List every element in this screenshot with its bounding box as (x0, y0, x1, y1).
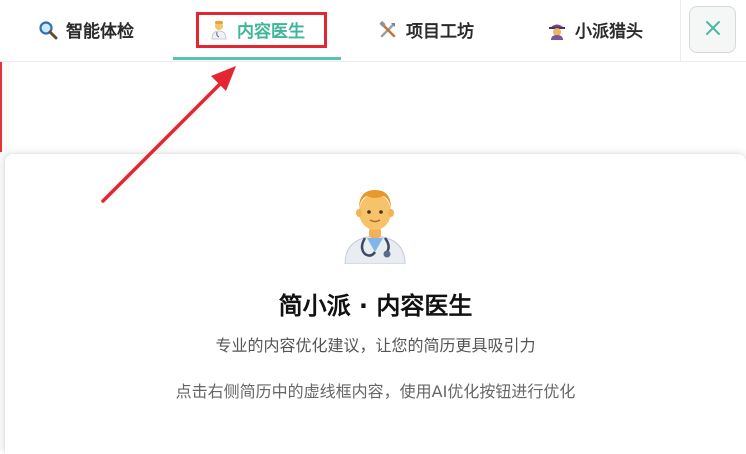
tab-project-workshop[interactable]: 项目工坊 (342, 0, 510, 59)
close-icon (705, 20, 721, 40)
tools-icon (378, 20, 398, 40)
tab-headhunter[interactable]: 小派猎头 (511, 0, 679, 59)
active-tab-indicator (173, 57, 341, 60)
tab-health-check[interactable]: 智能体检 (0, 0, 172, 59)
panel-hint: 点击右侧简历中的虚线框内容，使用AI优化按钮进行优化 (175, 382, 576, 401)
close-button[interactable] (689, 6, 736, 53)
panel-subtitle: 专业的内容优化建议，让您的简历更具吸引力 (215, 336, 536, 355)
tab-divider (680, 0, 681, 61)
panel-title: 简小派 · 内容医生 (278, 292, 473, 320)
tab-label: 智能体检 (66, 22, 134, 42)
tab-bar: 智能体检 内容医生 项目工坊 小派猎头 (0, 0, 746, 62)
tab-label: 小派猎头 (575, 22, 643, 42)
doctor-avatar (335, 182, 415, 265)
background-page-accent (0, 62, 2, 152)
annotation-highlight-box (196, 12, 327, 48)
content-doctor-panel: 简小派 · 内容医生 专业的内容优化建议，让您的简历更具吸引力 点击右侧简历中的… (5, 154, 746, 454)
tab-label: 项目工坊 (406, 22, 474, 42)
magnifier-icon (38, 20, 58, 40)
detective-icon (547, 20, 567, 40)
